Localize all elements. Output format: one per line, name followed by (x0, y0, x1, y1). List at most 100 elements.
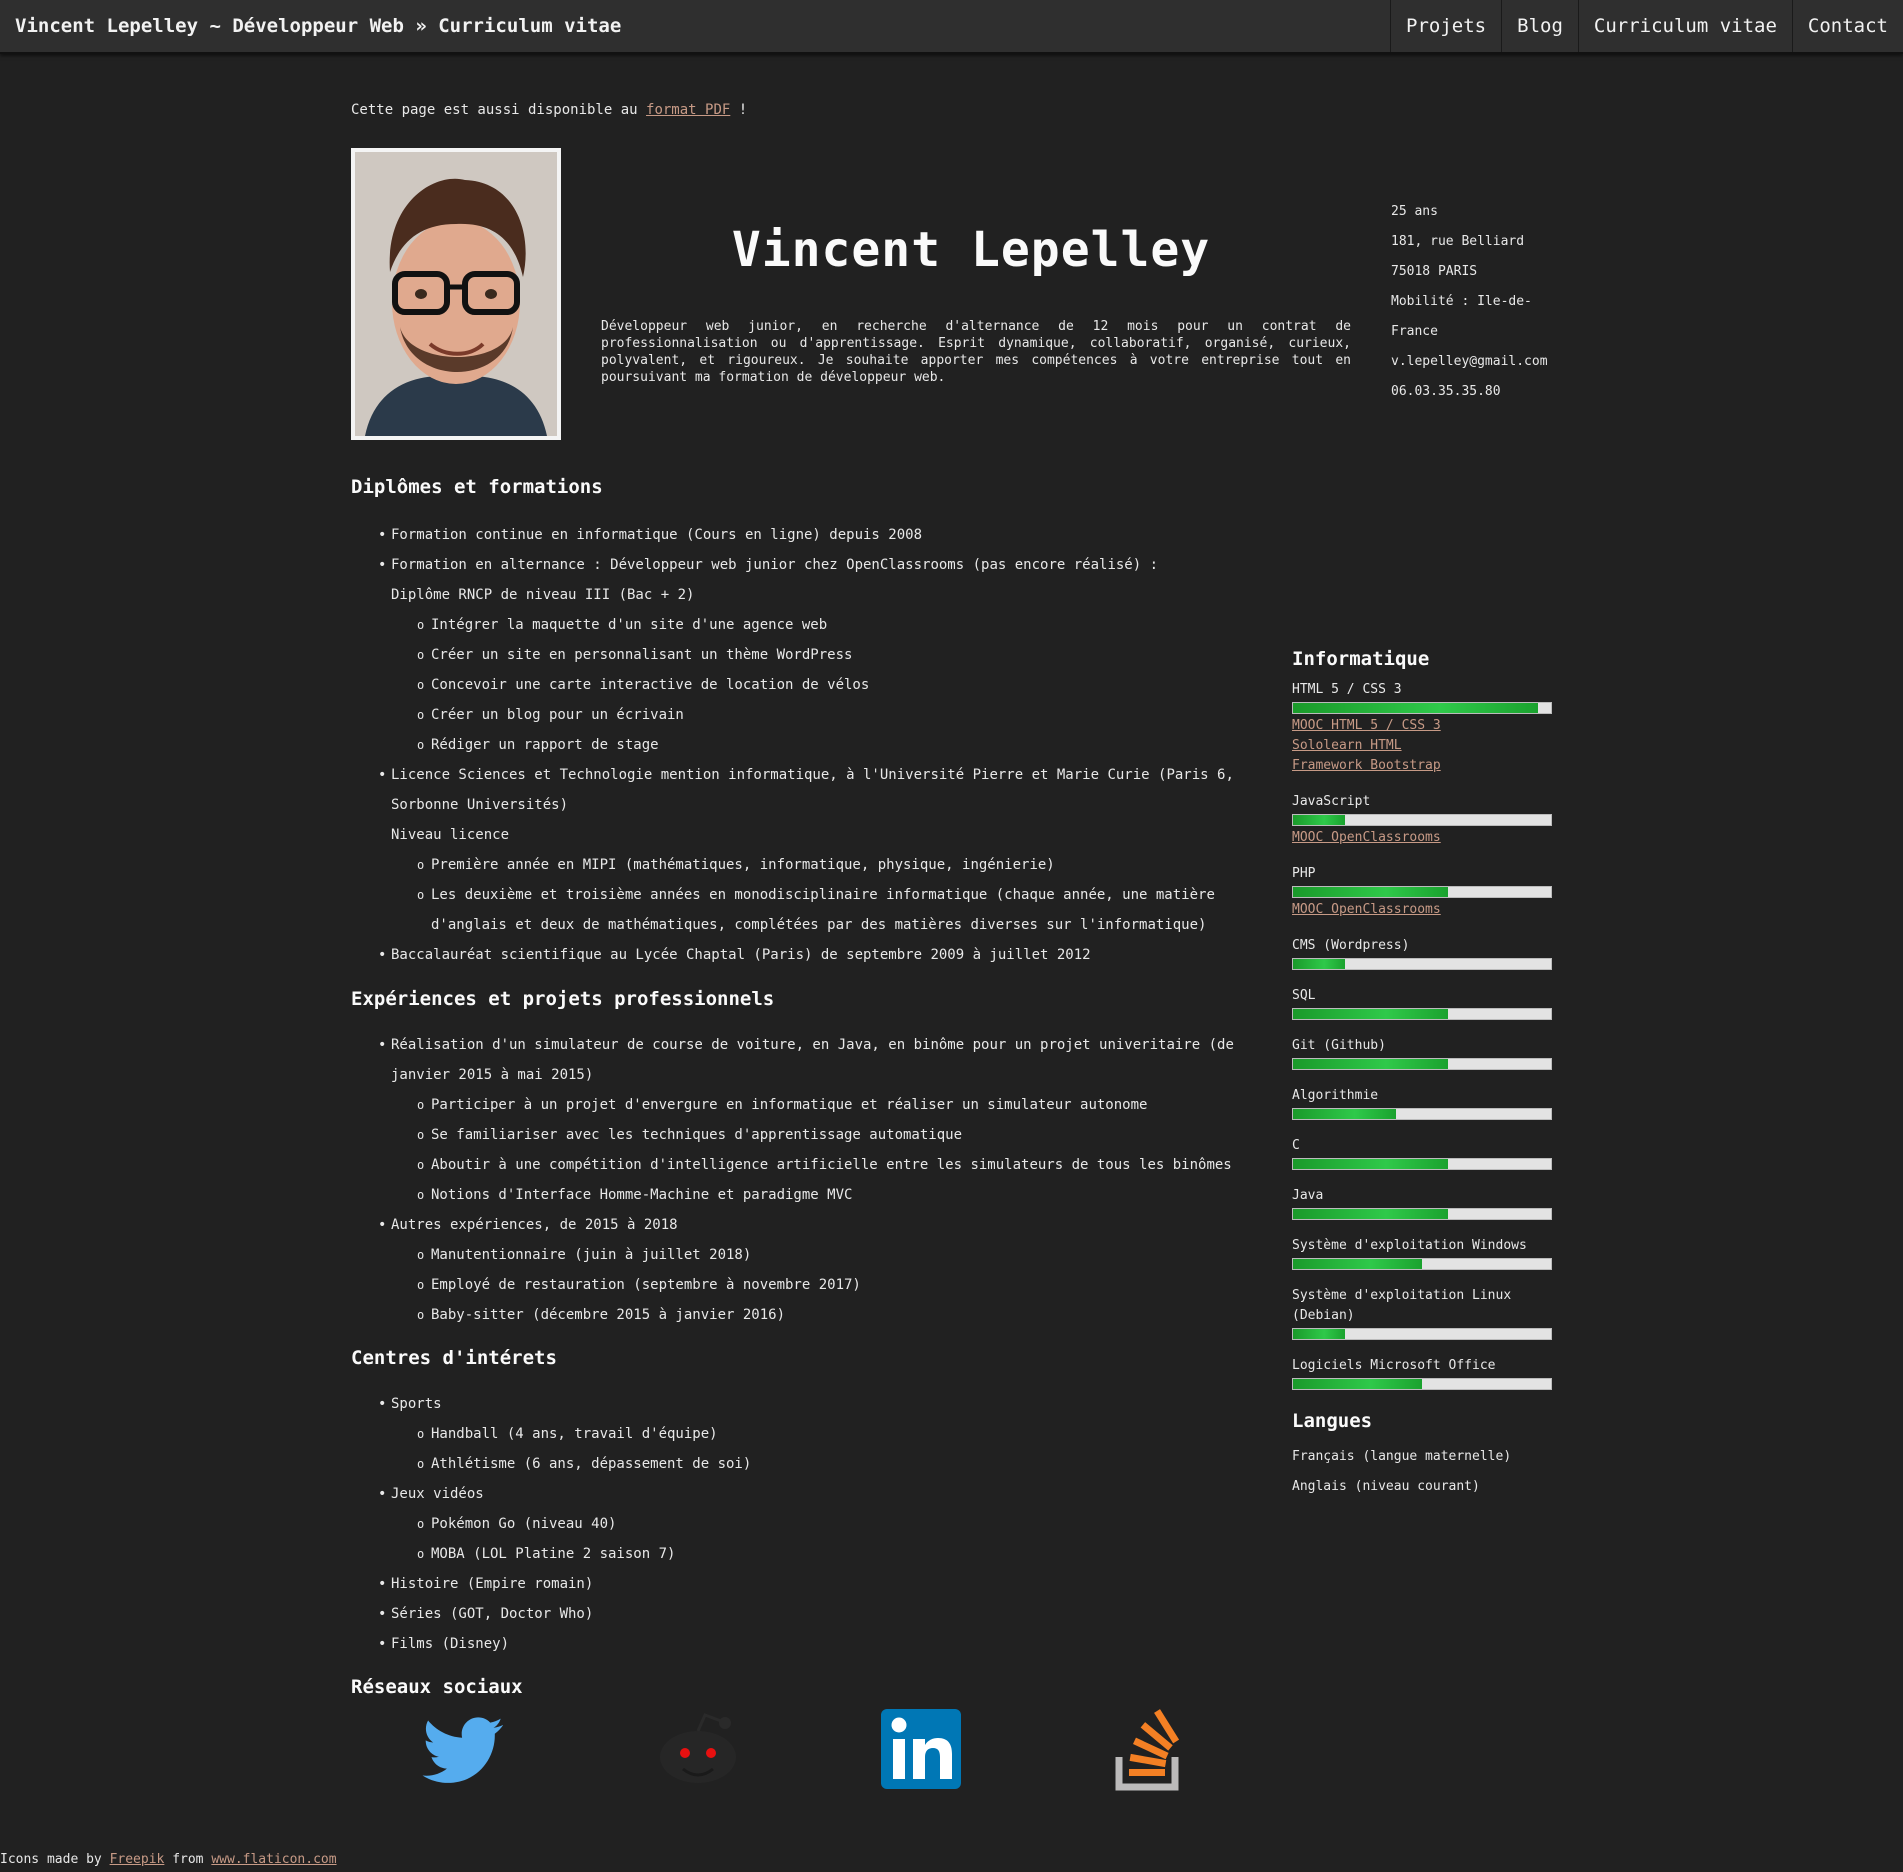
profile-intro: Développeur web junior, en recherche d'a… (601, 319, 1351, 385)
skill-item: Système d'exploitation Linux (Debian) (1292, 1286, 1557, 1340)
list-item: Séries (GOT, Doctor Who) (351, 1599, 1271, 1629)
skill-level-fill (1293, 959, 1345, 969)
skill-links: MOOC HTML 5 / CSS 3 Sololearn HTML Framewo… (1292, 716, 1557, 776)
skill-resource-link[interactable]: Sololearn HTML (1292, 736, 1557, 756)
social-title: Réseaux sociaux (351, 1676, 523, 1698)
skill-level-fill (1293, 1329, 1345, 1339)
pdf-note-text: Cette page est aussi disponible au (351, 102, 638, 118)
skill-level-fill (1293, 1209, 1448, 1219)
interests-title: Centres d'intérets (351, 1347, 557, 1369)
skill-item: Algorithmie (1292, 1086, 1557, 1120)
skill-item: Git (Github) (1292, 1036, 1557, 1070)
language-item: Français (langue maternelle) (1292, 1449, 1512, 1464)
nav-projets[interactable]: Projets (1390, 0, 1501, 52)
contact-street: 181, rue Belliard (1391, 234, 1525, 249)
contact-age: 25 ans (1391, 204, 1438, 219)
diplomas-section: Formation continue en informatique (Cour… (351, 520, 1271, 970)
language-item: Anglais (niveau courant) (1292, 1479, 1480, 1494)
sub-list-item: Intégrer la maquette d'un site d'une age… (391, 610, 1271, 640)
contact-phone: 06.03.35.35.80 (1391, 384, 1501, 399)
list-item: Licence Sciences et Technologie mention … (351, 760, 1271, 940)
skill-item: C (1292, 1136, 1557, 1170)
list-item: Jeux vidéos Pokémon Go (niveau 40) MOBA … (351, 1479, 1271, 1569)
skill-level-fill (1293, 703, 1539, 713)
site-brand[interactable]: Vincent Lepelley ~ Développeur Web » Cur… (0, 15, 621, 37)
skill-level-bar (1292, 1008, 1552, 1020)
linkedin-icon[interactable] (879, 1707, 965, 1793)
skill-name: Système d'exploitation Linux (Debian) (1292, 1288, 1512, 1323)
stackoverflow-icon[interactable] (1111, 1707, 1197, 1793)
list-item: Baccalauréat scientifique au Lycée Chapt… (351, 940, 1271, 970)
reddit-icon[interactable] (655, 1707, 741, 1793)
sub-list-item: Manutentionnaire (juin à juillet 2018) (391, 1240, 1271, 1270)
skill-level-fill (1293, 1059, 1448, 1069)
contact-info: 25 ans 181, rue Belliard 75018 PARIS Mob… (1391, 197, 1561, 407)
contact-city: 75018 PARIS (1391, 264, 1478, 279)
sub-list-item: Première année en MIPI (mathématiques, i… (391, 850, 1271, 880)
twitter-icon[interactable] (421, 1707, 507, 1793)
skill-item: Logiciels Microsoft Office (1292, 1356, 1557, 1390)
nav-cv[interactable]: Curriculum vitae (1577, 0, 1792, 52)
skill-item: JavaScript MOOC OpenClassrooms (1292, 792, 1557, 848)
sub-list-item: Pokémon Go (niveau 40) (391, 1509, 1271, 1539)
diplomas-title: Diplômes et formations (351, 476, 603, 498)
skill-item: CMS (Wordpress) (1292, 936, 1557, 970)
profile-name: Vincent Lepelley (731, 222, 1211, 278)
skill-name: PHP (1292, 866, 1316, 881)
skill-level-fill (1293, 815, 1345, 825)
skill-level-bar (1292, 702, 1552, 714)
interests-section: Sports Handball (4 ans, travail d'équipe… (351, 1389, 1271, 1659)
experiences-title: Expériences et projets professionnels (351, 988, 775, 1010)
skill-item: HTML 5 / CSS 3 MOOC HTML 5 / CSS 3 Sololea… (1292, 680, 1557, 776)
skill-item: PHP MOOC OpenClassrooms (1292, 864, 1557, 920)
sub-list-item: MOBA (LOL Platine 2 saison 7) (391, 1539, 1271, 1569)
degree-label: Niveau licence (391, 827, 510, 843)
skill-resource-link[interactable]: Framework Bootstrap (1292, 756, 1557, 776)
skill-resource-link[interactable]: MOOC OpenClassrooms (1292, 900, 1557, 920)
languages-list: Français (langue maternelle) Anglais (ni… (1292, 1442, 1557, 1502)
skill-level-fill (1293, 1379, 1422, 1389)
skill-level-bar (1292, 958, 1552, 970)
skill-level-fill (1293, 1159, 1448, 1169)
freepik-link[interactable]: Freepik (110, 1852, 165, 1867)
list-item: Réalisation d'un simulateur de course de… (351, 1030, 1271, 1210)
skill-name: JavaScript (1292, 794, 1371, 809)
skill-level-bar (1292, 1108, 1552, 1120)
sub-list-item: Athlétisme (6 ans, dépassement de soi) (391, 1449, 1271, 1479)
sub-list: Intégrer la maquette d'un site d'une age… (391, 610, 1271, 760)
pdf-link[interactable]: format PDF (646, 102, 730, 118)
sub-list-item: Concevoir une carte interactive de locat… (391, 670, 1271, 700)
skill-level-bar (1292, 1158, 1552, 1170)
skill-name: Java (1292, 1188, 1324, 1203)
list-item: Formation continue en informatique (Cour… (351, 520, 1271, 550)
nav-blog[interactable]: Blog (1501, 0, 1578, 52)
skill-item: Java (1292, 1186, 1557, 1220)
pdf-note: Cette page est aussi disponible au forma… (351, 102, 747, 118)
sub-list-item: Baby-sitter (décembre 2015 à janvier 201… (391, 1300, 1271, 1330)
skill-level-bar (1292, 1328, 1552, 1340)
skill-resource-link[interactable]: MOOC OpenClassrooms (1292, 828, 1557, 848)
nav-contact[interactable]: Contact (1791, 0, 1903, 52)
experiences-list: Réalisation d'un simulateur de course de… (351, 1030, 1271, 1330)
sub-list-item: Notions d'Interface Homme-Machine et par… (391, 1180, 1271, 1210)
sub-list-item: Participer à un projet d'envergure en in… (391, 1090, 1271, 1120)
interests-list: Sports Handball (4 ans, travail d'équipe… (351, 1389, 1271, 1659)
skill-links: MOOC OpenClassrooms (1292, 828, 1557, 848)
portrait-image (355, 152, 557, 436)
list-item: Films (Disney) (351, 1629, 1271, 1659)
sub-list-item: Rédiger un rapport de stage (391, 730, 1271, 760)
flaticon-link[interactable]: www.flaticon.com (211, 1852, 336, 1867)
skill-resource-link[interactable]: MOOC HTML 5 / CSS 3 (1292, 716, 1557, 736)
skill-name: C (1292, 1138, 1300, 1153)
top-navbar: Vincent Lepelley ~ Développeur Web » Cur… (0, 0, 1903, 54)
skill-item: Système d'exploitation Windows (1292, 1236, 1557, 1270)
sub-list-item: Les deuxième et troisième années en mono… (391, 880, 1271, 940)
contact-mobility: Mobilité : Ile-de-France (1391, 294, 1532, 339)
diplomas-list: Formation continue en informatique (Cour… (351, 520, 1271, 970)
sub-list-item: Créer un blog pour un écrivain (391, 700, 1271, 730)
contact-email[interactable]: v.lepelley@gmail.com (1391, 347, 1561, 377)
skills-sidebar: Informatique HTML 5 / CSS 3 MOOC HTML 5 /… (1292, 648, 1557, 1502)
sub-list-item: Se familiariser avec les techniques d'ap… (391, 1120, 1271, 1150)
pdf-note-end: ! (738, 102, 748, 118)
skill-name: CMS (Wordpress) (1292, 938, 1410, 953)
